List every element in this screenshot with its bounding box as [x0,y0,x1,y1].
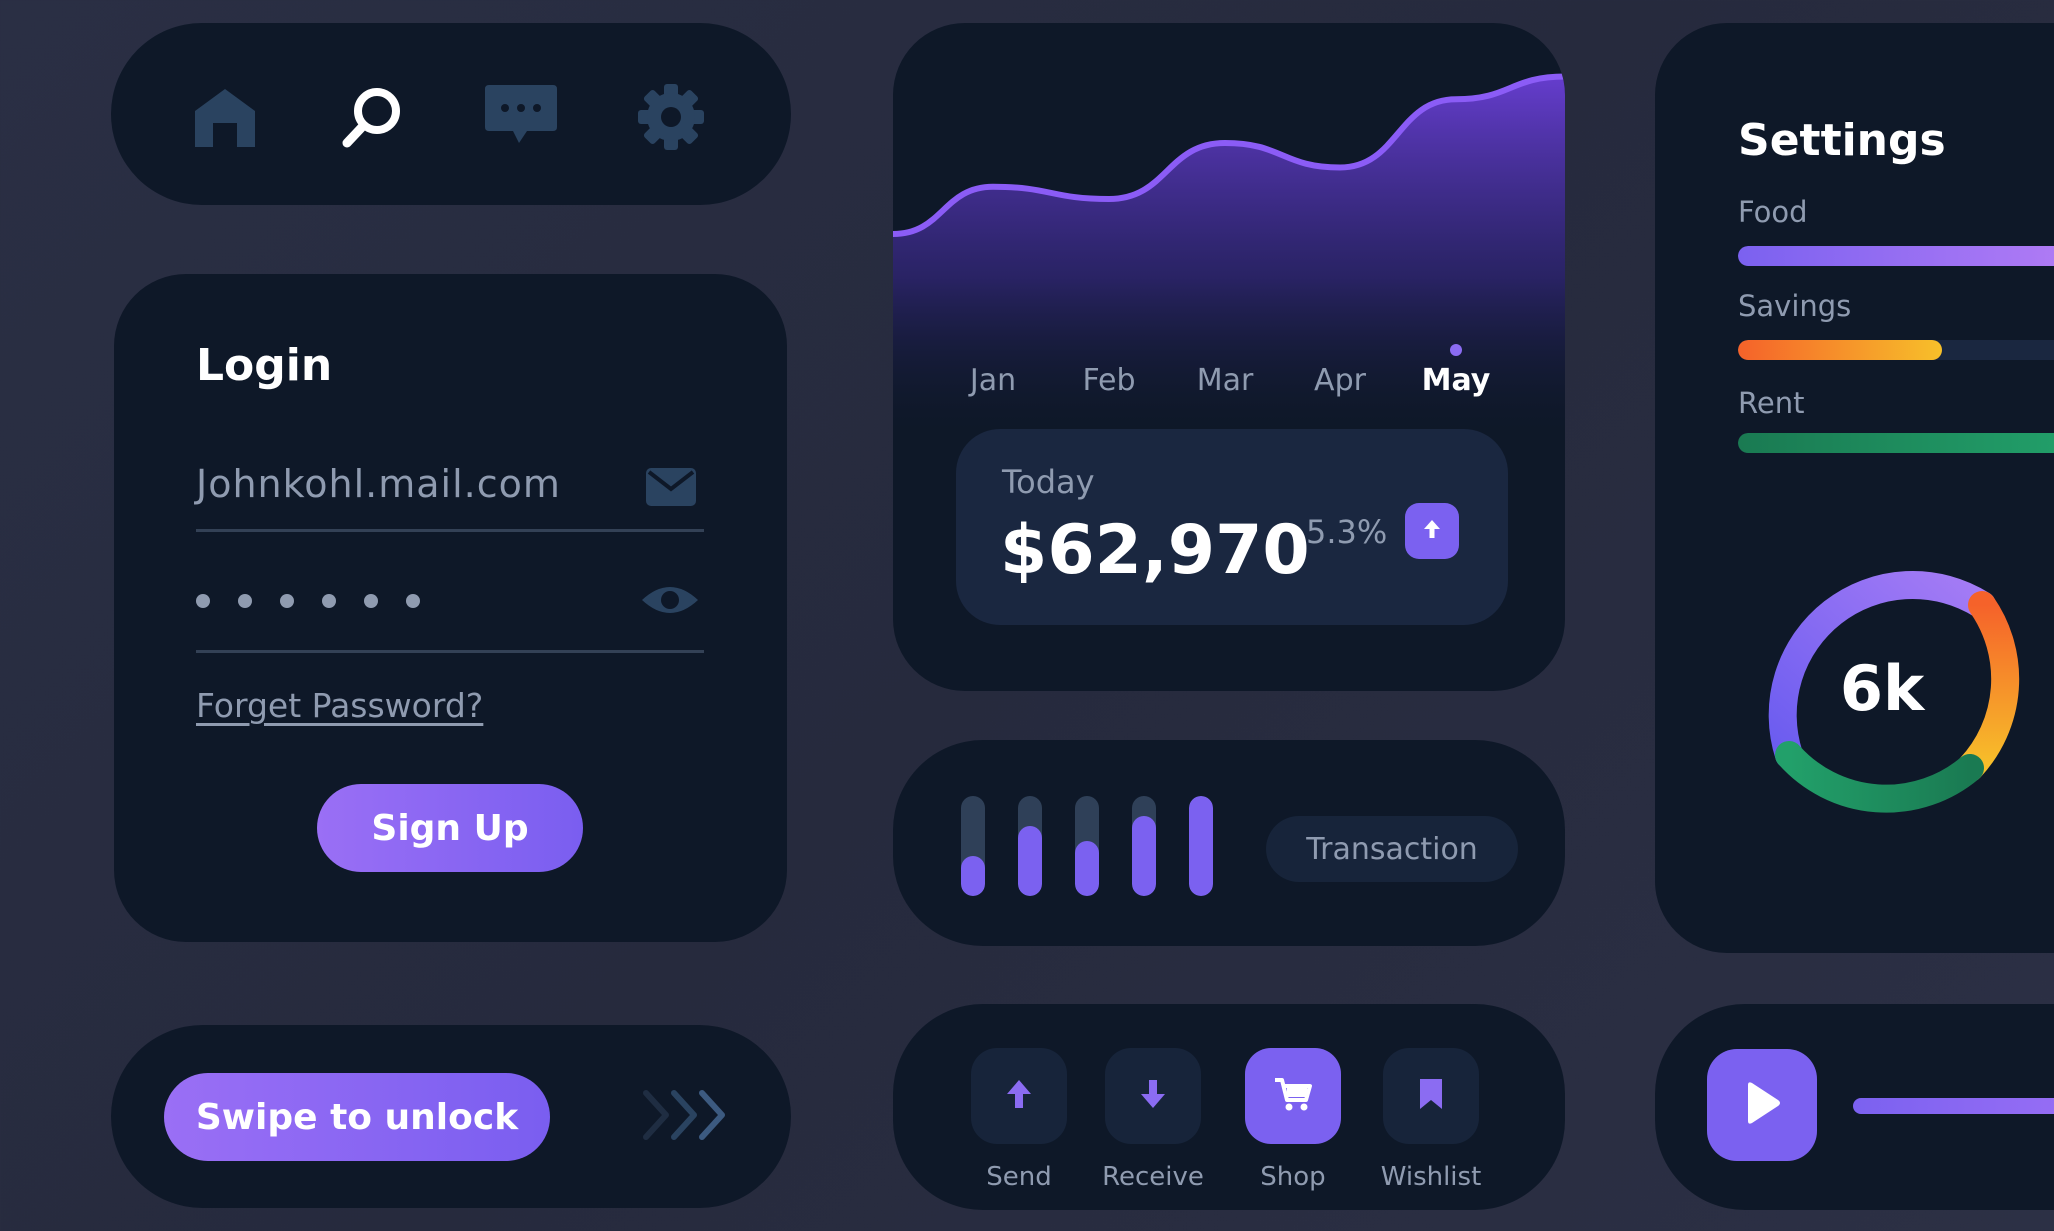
cart-icon [1273,1076,1313,1116]
chart-card: Jan Feb Mar Apr May Today $62,970 5.3% [893,23,1565,691]
arrow-down-icon [1138,1078,1168,1114]
transaction-button[interactable]: Transaction [1266,816,1518,882]
mail-icon [646,468,696,510]
month-label-feb[interactable]: Feb [1082,363,1135,398]
swipe-to-unlock-button[interactable]: Swipe to unlock [164,1073,550,1161]
arrow-up-icon [1422,518,1442,544]
food-progress[interactable] [1738,246,2054,266]
bookmark-icon [1418,1077,1444,1115]
send-button[interactable] [971,1048,1067,1144]
play-icon [1742,1081,1782,1129]
icon-nav-bar [111,23,791,205]
login-title: Login [196,340,333,391]
gear-icon[interactable] [637,83,705,151]
trend-up-button[interactable] [1405,503,1459,559]
today-value: $62,970 [1000,511,1310,590]
month-label-mar[interactable]: Mar [1197,363,1254,398]
shop-action[interactable]: Shop [1245,1048,1341,1192]
wishlist-button[interactable] [1383,1048,1479,1144]
quick-actions-card: Send Receive Shop Wishlist [893,1004,1565,1210]
wishlist-action[interactable]: Wishlist [1381,1048,1481,1192]
email-field[interactable]: Johnkohl.mail.com [196,454,704,532]
shop-label: Shop [1260,1162,1326,1192]
chat-icon[interactable] [481,83,561,151]
send-action[interactable]: Send [971,1048,1067,1192]
level-bar [961,796,985,896]
month-label-jan[interactable]: Jan [970,363,1016,398]
transaction-card: Transaction [893,740,1565,946]
food-label: Food [1738,195,1808,229]
rent-label: Rent [1738,386,1805,420]
home-icon[interactable] [191,83,259,151]
today-summary: Today $62,970 5.3% [956,429,1508,625]
shop-button[interactable] [1245,1048,1341,1144]
donut-value: 6k [1839,651,1925,725]
player-card [1655,1004,2054,1210]
level-bar [1075,796,1099,896]
savings-label: Savings [1738,289,1852,323]
month-label-may[interactable]: May [1422,363,1491,398]
rent-progress[interactable] [1738,433,2054,453]
swipe-card: Swipe to unlock [111,1025,791,1208]
password-dots [196,594,420,608]
settings-card: Settings Food Savings Rent 6k [1655,23,2054,953]
send-label: Send [986,1162,1052,1192]
active-month-marker [1450,344,1462,356]
login-card: Login Johnkohl.mail.com Forget Password?… [114,274,787,942]
playback-progress[interactable] [1853,1098,2054,1114]
forget-password-link[interactable]: Forget Password? [196,686,483,725]
level-bar [1189,796,1213,896]
change-percent: 5.3% [1306,513,1388,551]
savings-progress[interactable] [1738,340,2054,360]
settings-title: Settings [1738,115,1946,166]
receive-action[interactable]: Receive [1102,1048,1204,1192]
receive-label: Receive [1102,1162,1204,1192]
search-icon[interactable] [339,83,407,151]
password-field[interactable] [196,574,704,653]
level-bar [1018,796,1042,896]
play-button[interactable] [1707,1049,1817,1161]
today-label: Today [1002,463,1095,501]
receive-button[interactable] [1105,1048,1201,1144]
month-label-apr[interactable]: Apr [1314,363,1366,398]
eye-icon[interactable] [640,582,700,622]
level-bar [1132,796,1156,896]
chevrons-right-icon [638,1085,738,1145]
arrow-up-icon [1004,1078,1034,1114]
email-value: Johnkohl.mail.com [196,462,561,506]
sign-up-button[interactable]: Sign Up [317,784,583,872]
wishlist-label: Wishlist [1380,1162,1482,1192]
